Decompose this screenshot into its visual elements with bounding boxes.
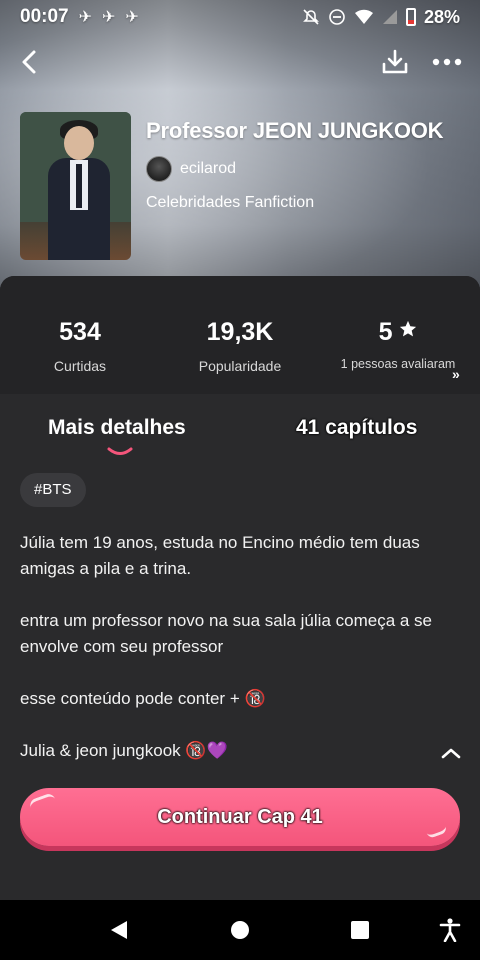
collapse-chevron-icon[interactable]	[440, 746, 462, 760]
signal-icon	[382, 10, 397, 24]
notification-icon: ✈	[125, 9, 139, 26]
continue-reading-label: Continuar Cap 41	[157, 805, 323, 828]
description-paragraph: Júlia tem 19 anos, estuda no Encino médi…	[20, 533, 420, 578]
story-cover-image[interactable]	[20, 112, 131, 260]
back-arrow-icon[interactable]	[18, 49, 40, 75]
battery-icon	[405, 8, 416, 26]
nav-home-icon[interactable]	[227, 917, 253, 943]
star-icon	[400, 320, 417, 337]
author-avatar[interactable]	[146, 156, 172, 182]
double-chevron-right-icon[interactable]: »	[452, 366, 460, 382]
tag-chip[interactable]: #BTS	[20, 473, 86, 507]
tab-chapters[interactable]: 41 capítulos	[296, 416, 417, 440]
stat-rating[interactable]: 5 1 pessoas avaliaram	[323, 318, 473, 371]
continue-reading-button[interactable]: Continuar Cap 41	[20, 788, 460, 846]
story-title: Professor JEON JUNGKOOK	[146, 118, 444, 143]
nav-back-icon[interactable]	[106, 917, 132, 943]
wifi-icon	[354, 9, 373, 24]
story-info: Professor JEON JUNGKOOK ecilarod Celebri…	[146, 118, 444, 212]
story-description: Júlia tem 19 anos, estuda no Encino médi…	[20, 530, 460, 790]
mute-icon	[303, 9, 319, 25]
stat-popularity: 19,3K Popularidade	[198, 318, 282, 374]
tab-bar: Mais detalhes 41 capítulos	[0, 402, 480, 462]
dnd-icon	[329, 9, 345, 25]
more-options-icon[interactable]	[432, 57, 462, 67]
status-bar: 00:07 ✈ ✈ ✈ 28%	[0, 0, 480, 34]
author-link[interactable]: ecilarod	[146, 156, 443, 182]
system-navigation-bar	[0, 900, 480, 960]
story-category[interactable]: Celebridades Fanfiction	[146, 194, 443, 212]
notification-icon: ✈	[102, 9, 116, 26]
description-paragraph: Julia & jeon jungkook 🔞💜	[20, 741, 228, 760]
nav-recents-icon[interactable]	[347, 917, 373, 943]
download-icon[interactable]	[380, 48, 410, 76]
accessibility-icon[interactable]	[437, 917, 463, 943]
battery-percent: 28%	[423, 6, 460, 27]
notification-icon: ✈	[78, 9, 93, 26]
tab-details[interactable]: Mais detalhes	[48, 416, 186, 440]
top-navigation	[0, 40, 480, 84]
stats-bar: 534 Curtidas 19,3K Popularidade 5 1 pess…	[0, 276, 480, 394]
details-panel: 534 Curtidas 19,3K Popularidade 5 1 pess…	[0, 276, 480, 900]
tab-active-indicator	[107, 447, 133, 455]
clock: 00:07	[20, 6, 69, 27]
description-paragraph: esse conteúdo pode conter + 🔞	[20, 689, 266, 708]
stat-likes: 534 Curtidas	[53, 318, 107, 374]
description-paragraph: entra um professor novo na sua sala júli…	[20, 611, 433, 656]
author-name[interactable]: ecilarod	[180, 160, 236, 178]
